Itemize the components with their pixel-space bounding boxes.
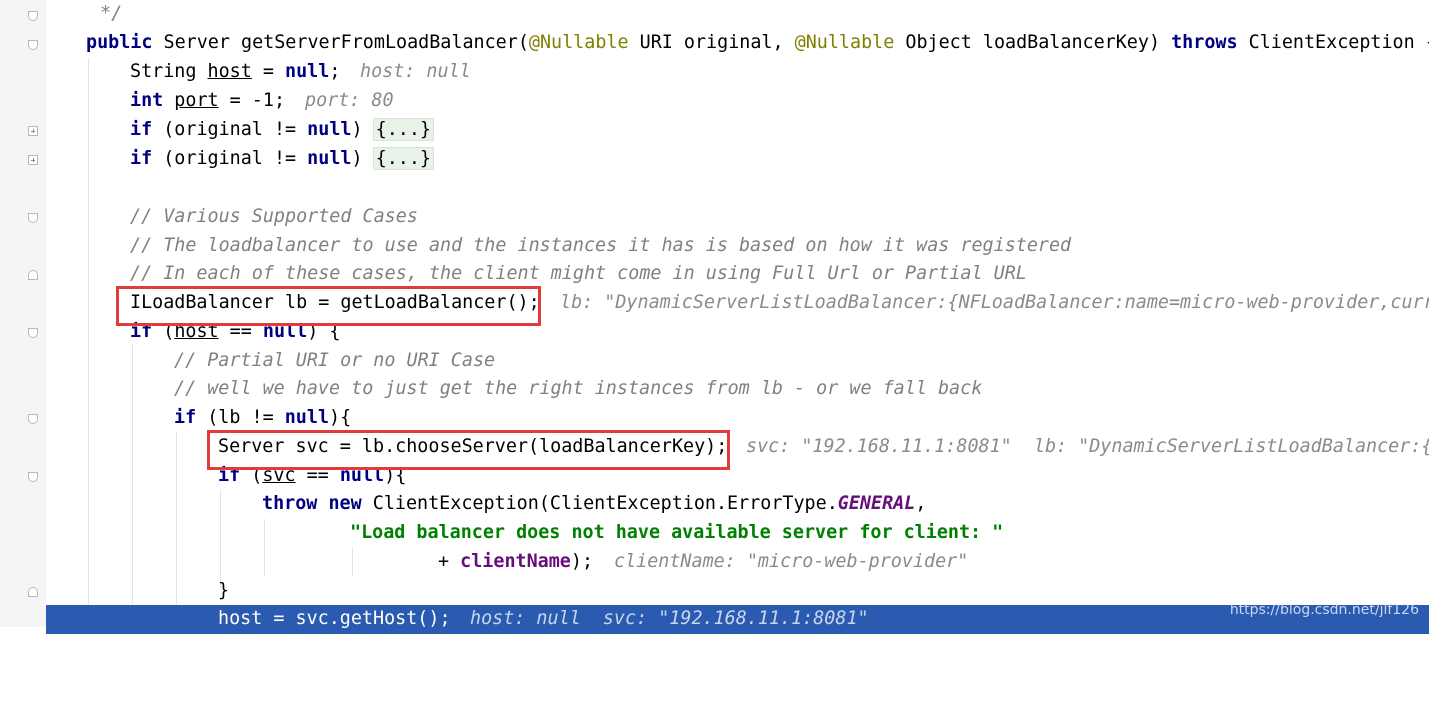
keyword: null bbox=[284, 407, 330, 428]
fold-marker-icon[interactable] bbox=[28, 40, 38, 50]
highlight-box bbox=[207, 430, 730, 470]
code-text: = -1; bbox=[218, 90, 286, 111]
variable: port bbox=[174, 90, 219, 111]
code-text: , bbox=[915, 493, 927, 514]
code-text: host = svc.getHost(); bbox=[218, 608, 451, 629]
comment-text: // Partial URI or no URI Case bbox=[174, 350, 496, 371]
keyword: null bbox=[307, 119, 352, 140]
code-text: + bbox=[438, 551, 461, 572]
code-text: ClientException(ClientException.ErrorTyp… bbox=[361, 493, 838, 514]
code-line: throw new ClientException(ClientExceptio… bbox=[46, 490, 1429, 519]
code-line: // In each of these cases, the client mi… bbox=[46, 260, 1429, 289]
code-text: (original != bbox=[152, 119, 308, 140]
code-line: } bbox=[46, 577, 1429, 606]
enum-constant: GENERAL bbox=[837, 493, 916, 514]
code-line: public Server getServerFromLoadBalancer(… bbox=[46, 29, 1429, 58]
inline-debug-value: clientName: "micro-web-provider" bbox=[614, 551, 969, 572]
fold-marker-icon[interactable] bbox=[28, 213, 38, 223]
code-text: Object loadBalancerKey) bbox=[894, 32, 1172, 53]
expand-fold-icon[interactable] bbox=[28, 126, 38, 136]
annotation: @Nullable bbox=[528, 32, 629, 53]
expand-fold-icon[interactable] bbox=[28, 155, 38, 165]
code-line: + clientName); clientName: "micro-web-pr… bbox=[46, 548, 1429, 577]
folded-code-block[interactable]: {...} bbox=[372, 147, 435, 170]
keyword: if bbox=[130, 148, 153, 169]
keyword: new bbox=[328, 493, 362, 514]
code-text: ); bbox=[570, 551, 594, 572]
fold-marker-icon[interactable] bbox=[28, 11, 38, 21]
code-text: } bbox=[218, 580, 230, 601]
keyword: int bbox=[130, 90, 164, 111]
editor-gutter bbox=[0, 0, 46, 627]
code-line: if (lb != null){ bbox=[46, 404, 1429, 433]
comment-text: // In each of these cases, the client mi… bbox=[130, 263, 1027, 284]
code-line: // The loadbalancer to use and the insta… bbox=[46, 232, 1429, 261]
code-text: ClientException { bbox=[1237, 32, 1429, 53]
comment-text: */ bbox=[100, 3, 123, 24]
code-text: ){ bbox=[329, 407, 352, 428]
keyword: throws bbox=[1171, 32, 1238, 53]
fold-marker-icon[interactable] bbox=[28, 328, 38, 338]
keyword: public bbox=[86, 32, 153, 53]
code-line: // Various Supported Cases bbox=[46, 203, 1429, 232]
code-text: Server getServerFromLoadBalancer( bbox=[152, 32, 529, 53]
current-execution-line: host = svc.getHost(); host: null svc: "1… bbox=[46, 605, 1429, 634]
keyword: throw bbox=[262, 493, 318, 514]
code-text: ; bbox=[329, 61, 341, 82]
code-line: int port = -1; port: 80 bbox=[46, 87, 1429, 116]
folded-code-block[interactable]: {...} bbox=[372, 118, 435, 141]
code-line: // well we have to just get the right in… bbox=[46, 375, 1429, 404]
code-text: (lb != bbox=[196, 407, 285, 428]
keyword: if bbox=[174, 407, 197, 428]
inline-debug-value: host: null bbox=[360, 61, 471, 82]
code-line: "Load balancer does not have available s… bbox=[46, 519, 1429, 548]
annotation: @Nullable bbox=[794, 32, 895, 53]
code-text: String bbox=[130, 61, 208, 82]
string-literal: "Load balancer does not have available s… bbox=[350, 522, 1004, 543]
code-text: URI original, bbox=[628, 32, 795, 53]
fold-marker-icon[interactable] bbox=[28, 414, 38, 424]
highlight-box bbox=[116, 286, 541, 326]
code-text: (original != bbox=[152, 148, 308, 169]
watermark: https://blog.csdn.net/jlf126 bbox=[1229, 602, 1419, 618]
fold-marker-icon[interactable] bbox=[28, 270, 38, 280]
code-line: */ bbox=[46, 0, 1429, 29]
keyword: null bbox=[307, 148, 352, 169]
inline-debug-value: port: 80 bbox=[305, 90, 394, 111]
keyword: null bbox=[285, 61, 330, 82]
code-text: = bbox=[251, 61, 286, 82]
fold-marker-icon[interactable] bbox=[28, 587, 38, 597]
keyword: if bbox=[130, 119, 153, 140]
code-line: if (original != null) {...} bbox=[46, 116, 1429, 145]
inline-debug-value: lb: "DynamicServerListLoadBalancer:{NFLo… bbox=[560, 292, 1429, 313]
fold-marker-icon[interactable] bbox=[28, 472, 38, 482]
field-reference: clientName bbox=[460, 551, 571, 572]
comment-text: // Various Supported Cases bbox=[130, 206, 418, 227]
code-line: if (original != null) {...} bbox=[46, 145, 1429, 174]
code-line: String host = null; host: null bbox=[46, 58, 1429, 87]
code-text: ) bbox=[351, 148, 374, 169]
inline-debug-value: svc: "192.168.11.1:8081" lb: "DynamicSer… bbox=[746, 436, 1429, 457]
comment-text: // The loadbalancer to use and the insta… bbox=[130, 235, 1072, 256]
code-text: ) bbox=[351, 119, 374, 140]
inline-debug-value: host: null svc: "192.168.11.1:8081" bbox=[470, 608, 869, 629]
comment-text: // well we have to just get the right in… bbox=[174, 378, 983, 399]
code-line: // Partial URI or no URI Case bbox=[46, 347, 1429, 376]
variable: host bbox=[207, 61, 252, 82]
